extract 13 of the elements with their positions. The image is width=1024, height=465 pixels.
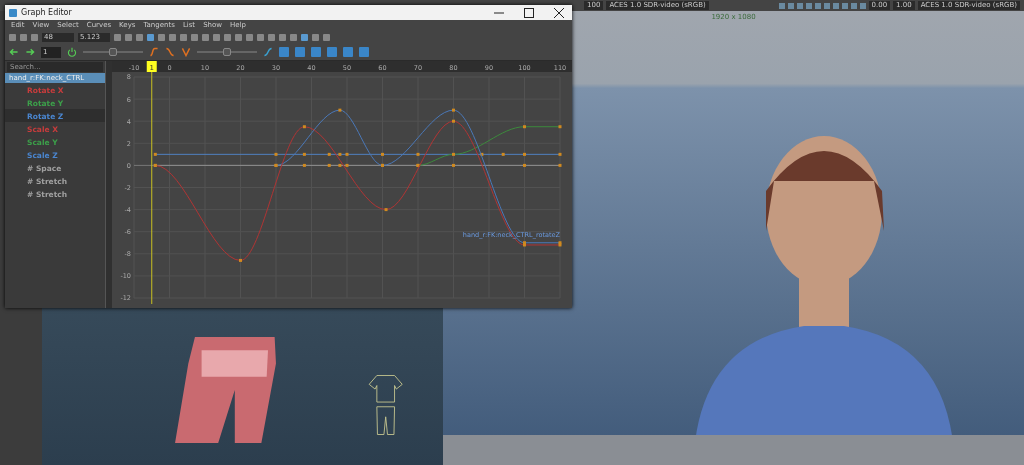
- time-ruler[interactable]: [112, 61, 572, 72]
- animation-curve[interactable]: [153, 119, 562, 262]
- animation-curve[interactable]: [274, 108, 562, 245]
- arrow-icon[interactable]: [9, 47, 19, 57]
- tangent-curve-icon[interactable]: [263, 47, 273, 57]
- current-time-line[interactable]: [151, 71, 153, 304]
- window-title: Graph Editor: [21, 8, 72, 17]
- arrow-icon[interactable]: [25, 47, 35, 57]
- scrollbar[interactable]: [105, 61, 112, 308]
- animation-curve[interactable]: [153, 152, 562, 156]
- power-icon[interactable]: [67, 47, 77, 57]
- animation-curve[interactable]: [416, 125, 562, 167]
- app-icon: [9, 8, 17, 17]
